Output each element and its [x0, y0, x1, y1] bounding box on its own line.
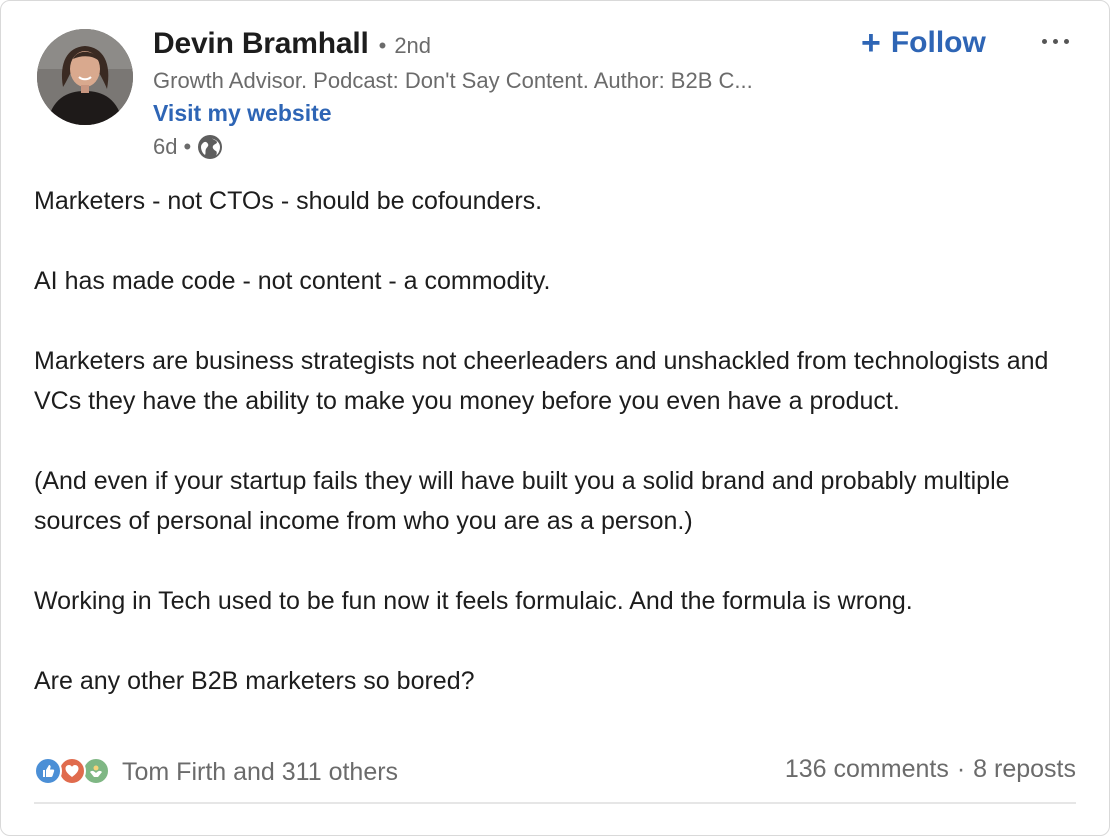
- like-icon: [34, 757, 62, 785]
- separator-dot: •: [378, 33, 387, 58]
- comments-count-link[interactable]: 136 comments: [785, 755, 949, 784]
- reactions-summary[interactable]: Tom Firth and 311 others: [34, 755, 398, 789]
- separator-dot: ·: [956, 755, 966, 783]
- post-meta: 6d •: [153, 134, 223, 160]
- separator-dot: •: [183, 134, 192, 159]
- love-icon: [58, 757, 86, 785]
- post-paragraph: AI has made code - not content - a commo…: [34, 267, 551, 295]
- author-name[interactable]: Devin Bramhall: [153, 27, 369, 61]
- support-icon: [82, 757, 110, 785]
- more-options-icon-dot: [1041, 38, 1047, 44]
- reactions-label: Tom Firth and 311 others: [122, 757, 399, 786]
- visit-website-link[interactable]: Visit my website: [153, 100, 332, 127]
- post-paragraph: Marketers - not CTOs - should be cofound…: [34, 187, 543, 215]
- post-card: Devin Bramhall • 2nd Growth Advisor. Pod…: [0, 0, 1110, 836]
- author-avatar[interactable]: [37, 29, 133, 125]
- post-timestamp: 6d: [153, 134, 178, 159]
- more-options-icon-dot: [1052, 38, 1058, 44]
- post-paragraph: Are any other B2B marketers so bored?: [34, 667, 475, 695]
- follow-button[interactable]: + Follow: [861, 23, 986, 63]
- reaction-icons: [34, 755, 112, 789]
- follow-label: Follow: [890, 26, 986, 59]
- author-name-row: Devin Bramhall • 2nd: [153, 27, 431, 61]
- post-paragraph: Marketers are business strategists not c…: [34, 347, 1049, 415]
- author-headline: Growth Advisor. Podcast: Don't Say Conte…: [153, 68, 753, 93]
- engagement-counts: 136 comments · 8 reposts: [785, 755, 1076, 784]
- globe-icon: [197, 134, 223, 160]
- post-paragraph: (And even if your startup fails they wil…: [34, 467, 1010, 535]
- plus-icon: +: [861, 24, 881, 62]
- reposts-count-link[interactable]: 8 reposts: [973, 755, 1076, 784]
- connection-degree: 2nd: [394, 33, 432, 58]
- more-options-button[interactable]: [1033, 21, 1077, 61]
- post-paragraph: Working in Tech used to be fun now it fe…: [34, 587, 913, 615]
- divider: [34, 802, 1076, 804]
- post-body: Marketers - not CTOs - should be cofound…: [34, 181, 1084, 701]
- more-options-icon-dot: [1063, 38, 1069, 44]
